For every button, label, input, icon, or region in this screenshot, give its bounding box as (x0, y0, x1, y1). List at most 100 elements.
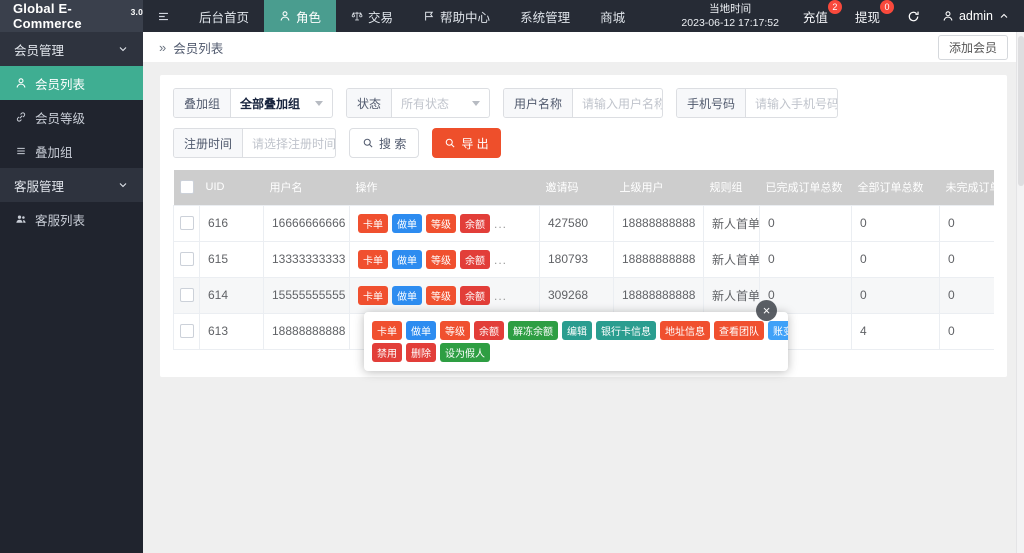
parent-user-cell: 18888888888 (613, 276, 704, 314)
export-button-label: 导 出 (461, 136, 489, 151)
action-button[interactable]: 等级 (426, 285, 456, 305)
table-row: 614 15555555555 卡单 做单 等级 余额... 309268 188888888… (173, 276, 994, 314)
recharge-link[interactable]: 充值 2 (803, 0, 842, 26)
action-button[interactable]: 解冻余额 (508, 321, 558, 340)
popup-close-button[interactable]: × (756, 300, 777, 321)
column-header: 邀请码 (539, 170, 614, 205)
user-menu[interactable]: admin (942, 9, 1010, 23)
withdraw-link[interactable]: 提现 0 (854, 0, 894, 26)
chevron-down-icon (117, 43, 129, 55)
action-button[interactable]: 卡单 (358, 285, 388, 305)
action-button[interactable]: 余额 (474, 321, 504, 340)
export-button[interactable]: 导 出 (432, 128, 501, 158)
refresh-icon[interactable] (907, 10, 920, 23)
action-button[interactable]: 设为假人 (440, 343, 490, 362)
row-checkbox[interactable] (179, 216, 194, 231)
local-time-label: 当地时间 (709, 2, 752, 15)
filter-select[interactable]: 叠加组 全部叠加组 (173, 88, 333, 118)
undone-orders-cell: 0 (939, 312, 994, 350)
sidebar-item[interactable]: 客服列表 (0, 202, 143, 236)
more-actions[interactable]: ... (494, 217, 507, 231)
local-time-value: 2023-06-12 17:17:52 (681, 17, 779, 29)
link-icon (15, 111, 27, 123)
brand-version: 3.0 (130, 7, 143, 17)
select-all-checkbox[interactable] (179, 180, 194, 195)
action-button[interactable]: 等级 (426, 249, 456, 269)
scrollbar-thumb[interactable] (1018, 36, 1024, 186)
sidebar-item[interactable]: 会员列表 (0, 66, 143, 100)
column-header: 上级用户 (613, 170, 704, 205)
action-button[interactable]: 账变 (768, 321, 788, 340)
action-button[interactable]: 编辑 (562, 321, 592, 340)
register-time-input[interactable]: 请选择注册时间 (243, 129, 335, 157)
person-icon (942, 10, 954, 22)
filter-row-1: 叠加组 全部叠加组 状态 所有状态 用户名称 请输入用户名称 手机号码 请输入手机号码 (173, 88, 994, 118)
nav-item-label: 系统管理 (520, 10, 571, 25)
row-checkbox[interactable] (179, 252, 194, 267)
action-button[interactable]: 余额 (460, 285, 490, 305)
sidebar-group-label: 会员管理 (14, 43, 65, 58)
action-button[interactable]: 做单 (392, 213, 422, 233)
action-button[interactable]: 禁用 (372, 343, 402, 362)
sidebar-group-header[interactable]: 客服管理 (0, 168, 143, 202)
chevron-up-icon (998, 10, 1010, 22)
action-button[interactable]: 查看团队 (714, 321, 764, 340)
filter-label: 叠加组 (174, 89, 232, 117)
action-button[interactable]: 地址信息 (660, 321, 710, 340)
nav-item[interactable]: 系统管理 (505, 0, 585, 32)
recharge-badge: 2 (827, 0, 842, 14)
register-time-filter[interactable]: 注册时间 请选择注册时间 (173, 128, 336, 158)
nav-item[interactable]: 后台首页 (184, 0, 264, 32)
row-checkbox[interactable] (179, 288, 194, 303)
action-button[interactable]: 等级 (440, 321, 470, 340)
action-button[interactable]: 删除 (406, 343, 436, 362)
action-button[interactable]: 余额 (460, 213, 490, 233)
more-actions[interactable]: ... (494, 253, 507, 267)
filter-input[interactable]: 手机号码 请输入手机号码 (676, 88, 838, 118)
action-button[interactable]: 卡单 (372, 321, 402, 340)
search-button[interactable]: 搜 索 (349, 128, 420, 158)
undone-orders-cell: 0 (939, 240, 994, 278)
filter-input[interactable]: 用户名称 请输入用户名称 (503, 88, 663, 118)
action-button[interactable]: 卡单 (358, 249, 388, 269)
filter-label: 手机号码 (677, 89, 747, 117)
nav-item[interactable]: 角色 (264, 0, 337, 32)
sidebar-group-header[interactable]: 会员管理 (0, 32, 143, 66)
add-member-button[interactable]: 添加会员 (937, 34, 1008, 60)
action-cell: 卡单 做单 等级 余额... (349, 240, 540, 278)
filter-select-value[interactable]: 所有状态 (392, 89, 489, 117)
sidebar-item[interactable]: 叠加组 (0, 134, 143, 168)
menu-fold-icon[interactable] (143, 0, 184, 32)
action-button[interactable]: 做单 (406, 321, 436, 340)
column-header: 已完成订单总数 (759, 170, 852, 205)
action-button[interactable]: 做单 (392, 285, 422, 305)
nav-item-label: 帮助中心 (440, 10, 491, 25)
action-button[interactable]: 银行卡信息 (596, 321, 656, 340)
filter-select-value[interactable]: 全部叠加组 (231, 89, 332, 117)
vertical-scrollbar[interactable] (1016, 32, 1024, 553)
action-button[interactable]: 做单 (392, 249, 422, 269)
nav-item[interactable]: 交易 (336, 0, 408, 32)
filter-select[interactable]: 状态 所有状态 (346, 88, 490, 118)
content-area: 叠加组 全部叠加组 状态 所有状态 用户名称 请输入用户名称 手机号码 请输入手机号码 注册时… (143, 62, 1024, 553)
action-button[interactable]: 等级 (426, 213, 456, 233)
topbar-right: 当地时间 2023-06-12 17:17:52 充值 2 提现 0 admin (681, 0, 1024, 32)
more-actions[interactable]: ... (494, 289, 507, 303)
action-button[interactable]: 卡单 (358, 213, 388, 233)
row-checkbox[interactable] (179, 324, 194, 339)
column-header: 全部订单总数 (851, 170, 940, 205)
row-checkbox-cell (173, 312, 200, 350)
nav-item[interactable]: 商城 (585, 0, 640, 32)
total-orders-cell: 0 (851, 204, 940, 242)
sidebar-item-label: 客服列表 (35, 213, 86, 228)
search-icon (362, 137, 374, 149)
sidebar-item[interactable]: 会员等级 (0, 100, 143, 134)
nav-item[interactable]: 帮助中心 (408, 0, 505, 32)
filter-input-value[interactable]: 请输入用户名称 (573, 89, 662, 117)
action-button[interactable]: 余额 (460, 249, 490, 269)
chevron-down-icon (117, 179, 129, 191)
main-area: » 会员列表 添加会员 叠加组 全部叠加组 状态 所有状态 用户名称 请输入用户名称 手机号… (143, 32, 1024, 553)
filter-input-value[interactable]: 请输入手机号码 (746, 89, 837, 117)
withdraw-label: 提现 (854, 10, 880, 25)
local-time: 当地时间 2023-06-12 17:17:52 (681, 2, 779, 30)
